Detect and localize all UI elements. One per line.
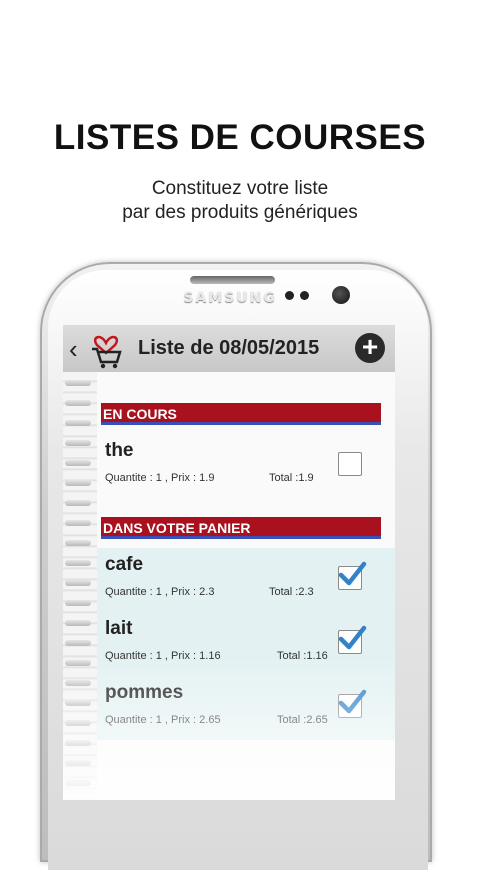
binding-ring xyxy=(65,520,91,526)
plus-circle-icon[interactable]: + xyxy=(355,333,385,363)
item-detail: Quantite : 1 , Prix : 2.65 xyxy=(105,714,221,726)
check-icon xyxy=(338,625,367,650)
item-checkbox[interactable] xyxy=(338,689,367,718)
list-item[interactable]: pommes Quantite : 1 , Prix : 2.65 Total … xyxy=(97,676,395,740)
phone-speaker xyxy=(190,276,275,284)
binding-ring xyxy=(65,680,91,686)
item-checkbox[interactable] xyxy=(338,561,367,590)
binding-ring xyxy=(65,500,91,506)
binding-ring xyxy=(65,700,91,706)
item-total: Total :1.9 xyxy=(269,472,314,484)
section-header-en-cours: EN COURS xyxy=(101,403,381,425)
back-chevron-icon[interactable]: ‹ xyxy=(69,334,78,365)
item-total: Total :2.3 xyxy=(269,586,314,598)
sensor-dot xyxy=(285,291,294,300)
binding-ring xyxy=(65,640,91,646)
promo-subline-2: par des produits génériques xyxy=(122,202,358,223)
app-bar: ‹ Liste de 08/05/2015 + xyxy=(63,325,395,373)
binding-ring xyxy=(65,540,91,546)
app-screen: ‹ Liste de 08/05/2015 + EN COURS the Qua… xyxy=(63,325,395,800)
item-detail: Quantite : 1 , Prix : 2.3 xyxy=(105,586,215,598)
item-name: cafe xyxy=(105,554,144,575)
notebook-binding xyxy=(63,372,97,800)
item-checkbox[interactable] xyxy=(338,452,362,476)
binding-ring xyxy=(65,620,91,626)
list-title: Liste de 08/05/2015 xyxy=(138,337,320,359)
item-name: lait xyxy=(105,618,133,639)
item-detail: Quantite : 1 , Prix : 1.9 xyxy=(105,472,215,484)
section-header-dans-votre-panier: DANS VOTRE PANIER xyxy=(101,517,381,539)
sensor-dot xyxy=(300,291,309,300)
binding-ring xyxy=(65,560,91,566)
list-area: EN COURS the Quantite : 1 , Prix : 1.9 T… xyxy=(63,372,395,800)
binding-ring xyxy=(65,420,91,426)
binding-ring xyxy=(65,740,91,746)
item-detail: Quantite : 1 , Prix : 1.16 xyxy=(105,650,221,662)
promo-headline: LISTES DE COURSES xyxy=(53,118,427,157)
binding-ring xyxy=(65,600,91,606)
binding-ring xyxy=(65,440,91,446)
binding-ring xyxy=(65,580,91,586)
check-icon xyxy=(338,561,367,586)
item-total: Total :2.65 xyxy=(277,714,328,726)
list-item[interactable]: cafe Quantite : 1 , Prix : 2.3 Total :2.… xyxy=(97,548,395,612)
binding-ring xyxy=(65,400,91,406)
list-item[interactable]: lait Quantite : 1 , Prix : 1.16 Total :1… xyxy=(97,612,395,676)
check-icon xyxy=(338,689,367,714)
item-name: pommes xyxy=(105,682,184,703)
list-item[interactable]: the Quantite : 1 , Prix : 1.9 Total :1.9 xyxy=(97,434,395,498)
binding-ring xyxy=(65,780,91,786)
binding-ring xyxy=(65,380,91,386)
item-total: Total :1.16 xyxy=(277,650,328,662)
binding-ring xyxy=(65,480,91,486)
binding-ring xyxy=(65,460,91,466)
binding-ring xyxy=(65,720,91,726)
phone-brand: SAMSUNG xyxy=(183,290,277,306)
item-name: the xyxy=(105,440,134,461)
promo-subline-1: Constituez votre liste xyxy=(151,178,329,199)
item-checkbox[interactable] xyxy=(338,625,367,654)
binding-ring xyxy=(65,760,91,766)
front-camera xyxy=(332,286,350,304)
shopping-cart-heart-logo xyxy=(92,335,122,369)
binding-ring xyxy=(65,660,91,666)
